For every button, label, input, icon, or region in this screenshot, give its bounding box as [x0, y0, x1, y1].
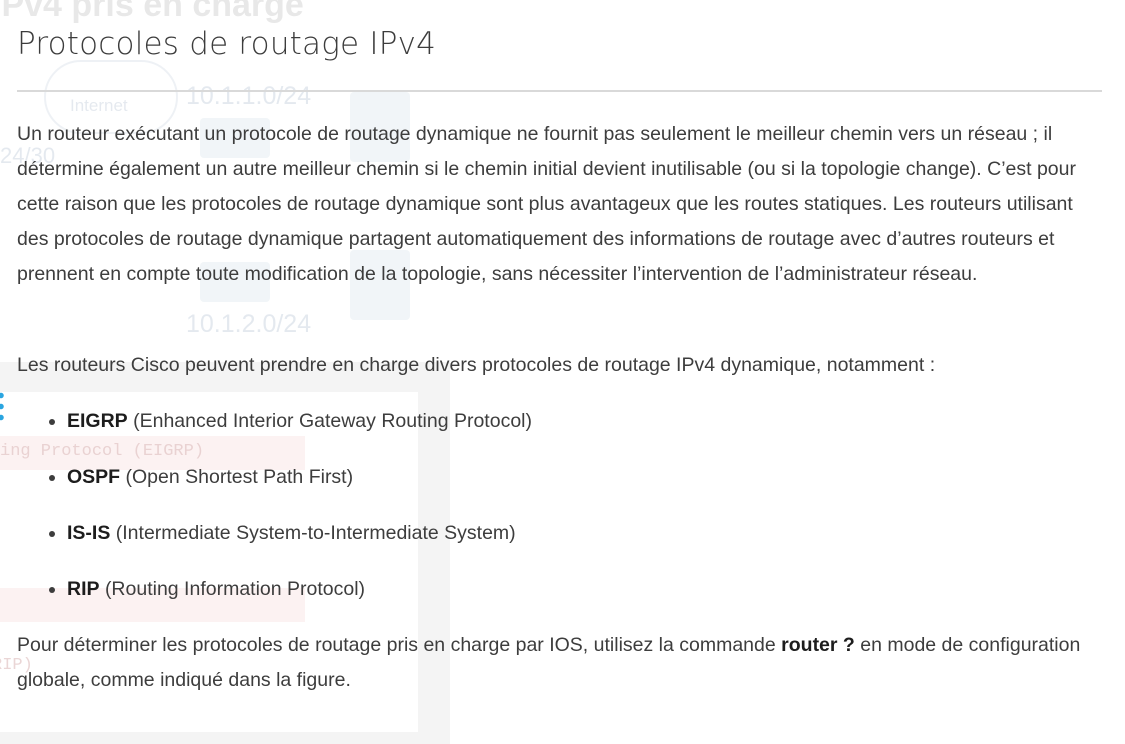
more-options-icon — [0, 390, 4, 424]
network-label-top: 10.1.1.0/24 — [186, 82, 312, 110]
list-item: RIP (Routing Information Protocol) — [67, 571, 532, 627]
title-divider — [17, 90, 1102, 92]
background-heading: IPv4 pris en charge — [0, 0, 304, 24]
intro-paragraph: Un routeur exécutant un protocole de rou… — [17, 123, 1076, 285]
list-intro-paragraph: Les routeurs Cisco peuvent prendre en ch… — [17, 354, 936, 376]
protocol-abbr: RIP — [67, 578, 100, 600]
protocol-desc: (Intermediate System-to-Intermediate Sys… — [115, 522, 516, 544]
protocol-abbr: IS-IS — [67, 522, 111, 544]
protocol-desc: (Open Shortest Path First) — [125, 466, 354, 488]
protocol-abbr: OSPF — [67, 466, 121, 488]
list-item: EIGRP (Enhanced Interior Gateway Routing… — [67, 403, 532, 459]
closing-paragraph: Pour déterminer les protocoles de routag… — [17, 628, 1102, 698]
protocol-desc: (Routing Information Protocol) — [104, 578, 366, 600]
cloud-label: Internet — [70, 96, 128, 115]
closing-text-before: Pour déterminer les protocoles de routag… — [17, 634, 776, 656]
protocol-list: EIGRP (Enhanced Interior Gateway Routing… — [47, 403, 532, 627]
page-title: Protocoles de routage IPv4 — [17, 26, 437, 62]
network-label-bottom: 10.1.2.0/24 — [186, 310, 312, 338]
protocol-desc: (Enhanced Interior Gateway Routing Proto… — [133, 410, 532, 432]
list-item: OSPF (Open Shortest Path First) — [67, 459, 532, 515]
protocol-abbr: EIGRP — [67, 410, 128, 432]
router-command: router ? — [781, 634, 855, 656]
list-item: IS-IS (Intermediate System-to-Intermedia… — [67, 515, 532, 571]
